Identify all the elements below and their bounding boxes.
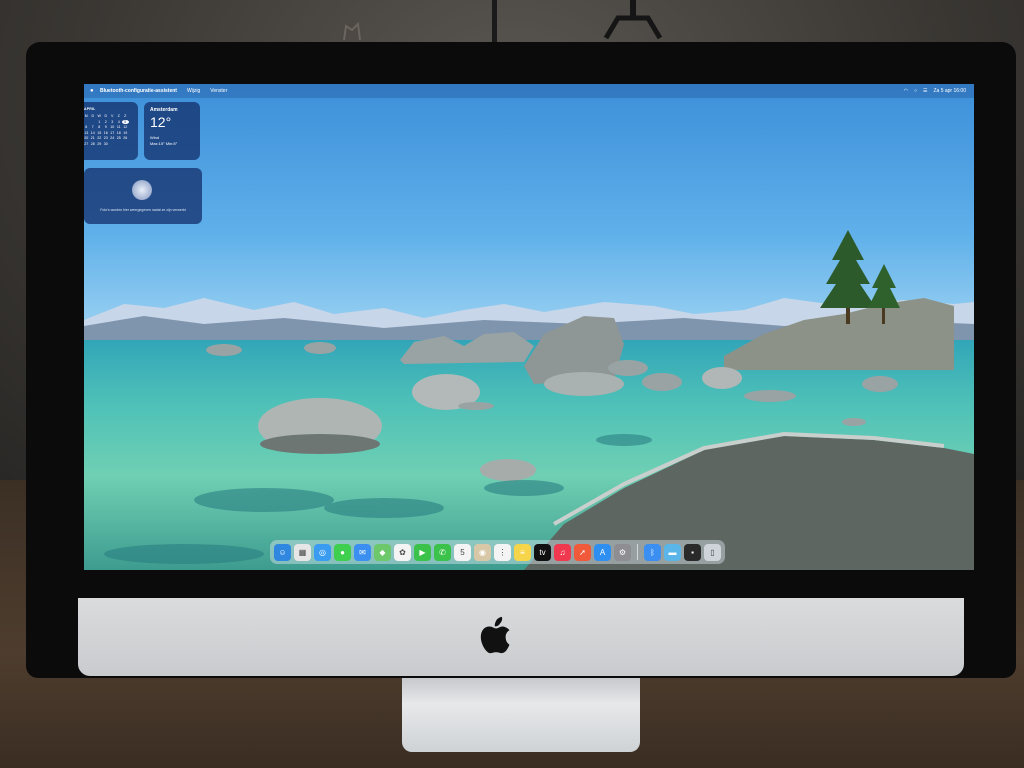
calendar-weekday: Z — [124, 114, 127, 118]
weather-widget[interactable]: Amsterdam 12° Wind Max:15° Min:8° — [144, 102, 200, 160]
menu-app-name[interactable]: Bluetooth-configuratie-assistent — [100, 88, 177, 94]
dock-app-mail-icon[interactable]: ✉ — [354, 543, 371, 561]
imac-chin — [78, 598, 964, 676]
menu-bar-status: ◠ ○ ☰ Za 5 apr 16:00 — [904, 88, 966, 94]
dock-app-photos-icon[interactable]: ✿ — [394, 543, 411, 561]
calendar-day: 19 — [123, 130, 128, 135]
dock-app-system-settings-icon[interactable]: ⚙ — [614, 543, 631, 561]
wallpaper-scene — [84, 230, 974, 570]
dock-app-maps-icon[interactable]: ◆ — [374, 543, 391, 561]
calendar-widget[interactable]: APRIL M D W D V Z Z 1 2 3 4 5 6 7 8 9 10 11 12 13 14 15 16 17 18… — [84, 102, 138, 160]
calendar-day: 12 — [123, 125, 128, 129]
menu-item-venster[interactable]: Venster — [210, 88, 227, 94]
photos-widget-text: Foto's worden hier weergegeven nadat ze … — [100, 208, 186, 212]
dock-app-stack-icon[interactable]: ▪ — [684, 543, 701, 561]
calendar-day — [122, 142, 129, 146]
weather-city: Amsterdam — [150, 107, 178, 113]
photos-widget[interactable]: Foto's worden hier weergegeven nadat ze … — [84, 168, 202, 224]
dock-app-launchpad-icon[interactable]: ▦ — [294, 543, 311, 561]
apple-menu-icon[interactable]: ● — [90, 88, 100, 94]
dock-app-finder-icon[interactable]: ☺ — [274, 543, 291, 561]
dock-app-bluetooth-icon[interactable]: ᛒ — [644, 543, 661, 561]
cable — [492, 0, 497, 42]
weather-condition: Wind — [150, 135, 160, 140]
photos-widget-icon — [132, 180, 152, 200]
dock-app-notes-icon[interactable]: ≡ — [514, 543, 531, 561]
control-center-icon[interactable]: ☰ — [923, 88, 927, 94]
imac-stand — [402, 672, 640, 752]
desktop-screen: ● Bluetooth-configuratie-assistent Wijzi… — [84, 84, 974, 570]
dock-app-messages-icon[interactable]: ● — [334, 543, 351, 561]
dock-app-reminders-icon[interactable]: ⋮ — [494, 543, 511, 561]
menu-datetime[interactable]: Za 5 apr 16:00 — [933, 88, 966, 94]
weather-temperature: 12° — [150, 114, 172, 130]
calendar-day: 26 — [123, 136, 128, 140]
menu-bar: ● Bluetooth-configuratie-assistent Wijzi… — [84, 84, 974, 98]
dock-app-phone-icon[interactable]: ✆ — [434, 543, 451, 561]
apple-logo-icon — [480, 616, 510, 654]
dock-app-rocket-icon[interactable]: ➚ — [574, 543, 591, 561]
weather-range: Max:15° Min:8° — [150, 141, 178, 146]
search-icon[interactable]: ○ — [914, 88, 917, 94]
dock-app-trash-icon[interactable]: ▯ — [704, 543, 721, 561]
dock-app-music-icon[interactable]: ♫ — [554, 543, 571, 561]
dock-app-calendar-icon[interactable]: 5 — [454, 543, 471, 561]
wifi-icon[interactable]: ◠ — [904, 88, 908, 94]
dock-app-contacts-icon[interactable]: ◉ — [474, 543, 491, 561]
calendar-grid: M D W D V Z Z 1 2 3 4 5 6 7 8 9 10 11 12 13 14 15 16 17 18 19 20 21… — [84, 114, 138, 146]
calendar-day: 5 — [122, 119, 129, 124]
dock-separator — [637, 544, 638, 560]
ceiling-hook — [603, 0, 663, 40]
wall-hook — [343, 21, 361, 41]
calendar-month: APRIL — [84, 107, 96, 111]
dock-app-downloads-folder-icon[interactable]: ▬ — [664, 543, 681, 561]
dock: ☺ ▦ ◎ ● ✉ ◆ ✿ ▶ ✆ 5 ◉ ⋮ ≡ tv ♫ ➚ A ⚙ ᛒ ▬ ▪ ▯ — [270, 540, 725, 564]
dock-app-tv-icon[interactable]: tv — [534, 543, 551, 561]
dock-app-safari-icon[interactable]: ◎ — [314, 543, 331, 561]
menu-item-wijzig[interactable]: Wijzig — [187, 88, 200, 94]
dock-app-facetime-icon[interactable]: ▶ — [414, 543, 431, 561]
dock-app-app-store-icon[interactable]: A — [594, 543, 611, 561]
